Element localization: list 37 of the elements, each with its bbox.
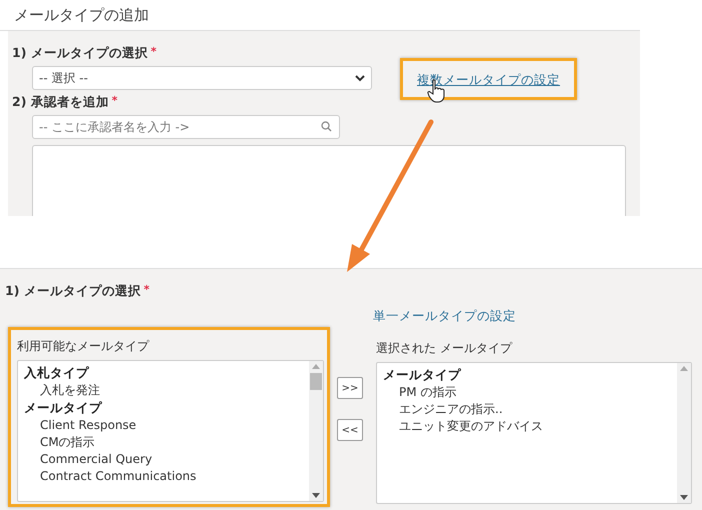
list-item[interactable]: 入札を発注 [24, 382, 309, 399]
list-box[interactable]: メールタイプ PM の指示 エンジニアの指示.. ユニット変更のアドバイス [376, 362, 692, 504]
scroll-up-icon[interactable] [312, 364, 320, 369]
list-item[interactable]: Commercial Query [24, 451, 309, 468]
approver-search-field[interactable]: -- ここに承認者名を入力 -> [32, 115, 340, 139]
field-label: 2) 承認者を追加 [12, 94, 109, 111]
list-item[interactable]: Contract Communications [24, 468, 309, 485]
move-button[interactable]: << [337, 419, 363, 441]
list-item[interactable]: Client Response [24, 417, 309, 434]
group-header: メールタイプ [24, 399, 103, 417]
mail-type-select[interactable]: -- 選択 -- [32, 66, 372, 90]
field-label: 1) メールタイプの選択 [5, 283, 141, 300]
single-type-link[interactable]: 単一メールタイプの設定 [373, 308, 516, 323]
move-button[interactable]: >> [337, 377, 363, 399]
list-item[interactable]: ユニット変更のアドバイス [383, 418, 677, 435]
required-mark: * [150, 45, 157, 58]
group-header: メールタイプ [383, 366, 462, 384]
group-header: 入札タイプ [24, 364, 90, 382]
scroll-up-icon[interactable] [680, 366, 688, 371]
required-mark: * [112, 94, 118, 107]
scrollbar[interactable] [677, 363, 691, 503]
search-icon [321, 121, 332, 132]
list-box[interactable]: 入札タイプ 入札を発注 メールタイプ Client Response CMの指示 Commercial Query Contract Communications [17, 360, 324, 502]
approver-list-area[interactable] [32, 145, 626, 216]
chevron-down-icon [355, 74, 365, 82]
list-item[interactable]: エンジニアの指示.. [383, 401, 677, 418]
scrollbar-thumb[interactable] [310, 373, 322, 390]
scroll-down-icon[interactable] [312, 493, 320, 498]
required-mark: * [144, 283, 150, 296]
list-item[interactable]: PM の指示 [383, 384, 677, 401]
panel-title: メールタイプの追加 [14, 6, 149, 24]
list-label: 利用可能なメールタイプ [17, 338, 150, 355]
scroll-down-icon[interactable] [680, 495, 688, 500]
scrollbar[interactable] [309, 361, 323, 501]
field-label: 1) メールタイプの選択 [12, 45, 148, 62]
list-item[interactable]: CMの指示 [24, 434, 309, 451]
list-label: 選択された メールタイプ [376, 340, 514, 357]
